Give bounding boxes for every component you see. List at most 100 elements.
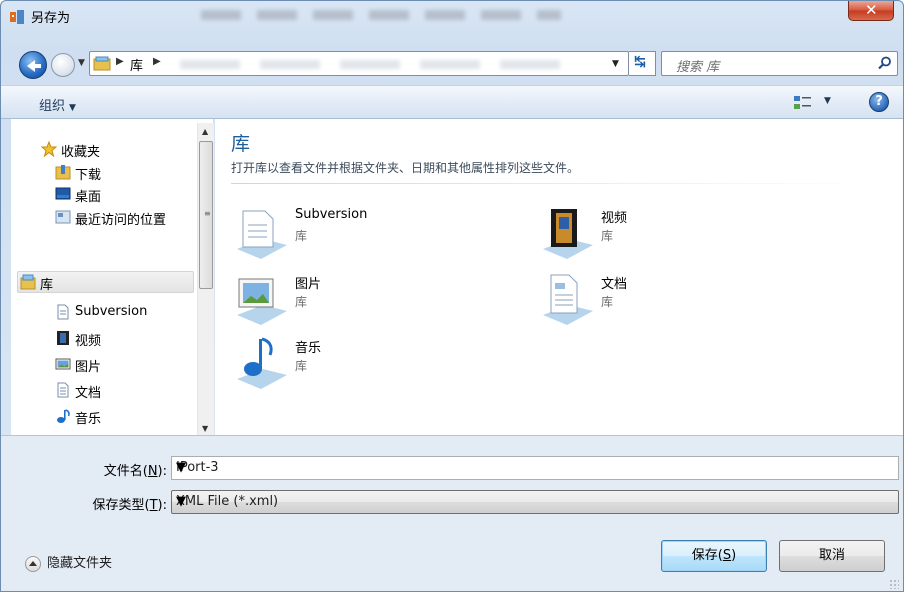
sidebar-item-label: 最近访问的位置: [75, 213, 167, 228]
sidebar-item-recent-places[interactable]: 最近访问的位置: [11, 207, 191, 229]
hide-folders-label: 隐藏文件夹: [47, 556, 113, 571]
video-library-icon: [543, 209, 593, 259]
sidebar-item-label: 库: [40, 278, 54, 293]
sidebar-item-libraries[interactable]: 库: [17, 271, 194, 293]
library-tile-pictures[interactable]: 图片 库: [231, 269, 471, 331]
cancel-button[interactable]: 取消: [779, 540, 885, 572]
star-icon: [41, 141, 57, 157]
refresh-button[interactable]: ↹: [629, 51, 656, 76]
close-icon: ✕: [865, 1, 878, 19]
picture-library-icon: [237, 278, 287, 325]
chevron-down-icon: ▼: [176, 494, 186, 509]
music-library-icon: [237, 337, 287, 389]
library-tile-videos[interactable]: 视频 库: [537, 203, 777, 265]
content-pane: 库 打开库以查看文件并根据文件夹、日期和其他属性排列这些文件。 Subversi…: [215, 119, 903, 435]
save-options-panel: 文件名(N): IPort-3 ▼ 保存类型(T): XML File (*.x…: [1, 435, 903, 591]
view-options-icon[interactable]: [793, 94, 813, 112]
chevron-down-icon[interactable]: ▼: [176, 460, 894, 475]
music-icon: [57, 409, 70, 423]
recent-places-icon: [55, 210, 71, 224]
document-icon: [57, 304, 69, 320]
sidebar-item-favorites[interactable]: 收藏夹: [11, 139, 191, 161]
search-icon[interactable]: [878, 56, 892, 70]
organize-menu[interactable]: 组织 ▼: [39, 95, 76, 114]
library-type: 库: [295, 295, 308, 309]
library-type: 库: [295, 229, 308, 243]
close-button[interactable]: ✕: [848, 1, 894, 21]
download-folder-icon: [55, 165, 71, 180]
app-icon: [10, 10, 24, 24]
desktop-icon: [55, 187, 71, 200]
sidebar-item-videos[interactable]: 视频: [11, 328, 191, 350]
save-as-dialog: 另存为 ✕ ▼ ▶ 库 ▶ ▼ ↹ 搜索 库 组织 ▼ ▼ ? 收藏夹 下载 桌…: [0, 0, 904, 592]
library-tile-documents[interactable]: 文档 库: [537, 269, 777, 331]
library-type: 库: [601, 295, 614, 309]
filename-label-accesskey: N: [147, 464, 158, 479]
filetype-label-suffix: ):: [157, 498, 167, 513]
back-button[interactable]: [19, 51, 47, 79]
grip-icon: ≡: [204, 209, 211, 218]
save-button[interactable]: 保存(S): [661, 540, 767, 572]
resize-grip[interactable]: [889, 579, 899, 589]
sidebar-item-label: 下载: [75, 168, 102, 183]
filename-label-text: 文件名(: [103, 464, 148, 479]
sidebar-item-desktop[interactable]: 桌面: [11, 184, 191, 206]
chevron-right-icon[interactable]: ▶: [153, 56, 161, 67]
filetype-label-text: 保存类型(: [92, 498, 150, 513]
picture-icon: [55, 358, 71, 370]
chevron-right-icon[interactable]: ▶: [116, 56, 124, 67]
library-name: 图片: [295, 277, 322, 292]
sidebar-item-label: 桌面: [75, 190, 102, 205]
scrollbar-thumb[interactable]: ≡: [199, 141, 213, 289]
chevron-down-icon: ▼: [69, 103, 76, 113]
sidebar-item-subversion[interactable]: Subversion: [11, 302, 191, 324]
sidebar-item-label: 收藏夹: [61, 145, 101, 160]
filetype-select[interactable]: XML File (*.xml) ▼: [171, 490, 899, 514]
scroll-up-icon[interactable]: ▲: [202, 127, 208, 136]
scroll-down-icon[interactable]: ▼: [202, 424, 208, 433]
library-name: 文档: [601, 277, 628, 292]
search-input[interactable]: 搜索 库: [661, 51, 898, 76]
library-tile-subversion[interactable]: Subversion 库: [231, 203, 471, 265]
sidebar-item-label: 视频: [75, 334, 102, 349]
sidebar-item-label: 音乐: [75, 412, 102, 427]
sidebar-item-music[interactable]: 音乐: [11, 406, 191, 428]
save-label-text: 保存(: [691, 548, 723, 563]
library-type: 库: [295, 359, 308, 373]
sidebar-item-documents[interactable]: 文档: [11, 380, 191, 402]
view-dropdown[interactable]: ▼: [824, 96, 831, 106]
window-title: 另存为: [31, 11, 71, 26]
sidebar-item-downloads[interactable]: 下载: [11, 162, 191, 184]
save-label-accesskey: S: [722, 548, 732, 563]
library-tile-music[interactable]: 音乐 库: [231, 333, 471, 395]
divider: [231, 183, 871, 184]
hide-folders-toggle[interactable]: 隐藏文件夹: [25, 552, 112, 572]
library-name: 视频: [601, 211, 628, 226]
sidebar-item-pictures[interactable]: 图片: [11, 354, 191, 376]
background-ghost-menu: [201, 10, 561, 20]
save-label-suffix: ): [731, 548, 737, 563]
filename-label: 文件名(N):: [61, 460, 167, 479]
navigation-pane-scrollbar[interactable]: ▲ ≡ ▼: [197, 123, 214, 435]
breadcrumb-library[interactable]: 库: [130, 55, 143, 74]
address-bar[interactable]: ▶ 库 ▶ ▼: [89, 51, 629, 76]
address-dropdown[interactable]: ▼: [612, 59, 619, 69]
organize-label: 组织: [39, 99, 66, 114]
navigation-pane: 收藏夹 下载 桌面 最近访问的位置 库 Subversion 视频 图片 文档 …: [11, 119, 214, 435]
filename-field[interactable]: IPort-3 ▼: [171, 456, 899, 480]
page-title: 库: [231, 133, 251, 155]
document-icon: [57, 382, 69, 398]
forward-button[interactable]: [51, 53, 75, 77]
library-icon: [93, 56, 111, 71]
title-bar[interactable]: 另存为 ✕: [1, 1, 903, 31]
document-library-icon: [543, 274, 593, 325]
library-type: 库: [601, 229, 614, 243]
collapse-icon: [25, 555, 41, 572]
library-icon: [20, 274, 36, 290]
filename-label-suffix: ):: [157, 464, 167, 479]
help-icon[interactable]: ?: [869, 92, 889, 112]
subversion-library-icon: [237, 210, 287, 259]
recent-pages-dropdown[interactable]: ▼: [78, 58, 85, 68]
filetype-label-accesskey: T: [149, 498, 158, 513]
video-icon: [57, 331, 69, 345]
